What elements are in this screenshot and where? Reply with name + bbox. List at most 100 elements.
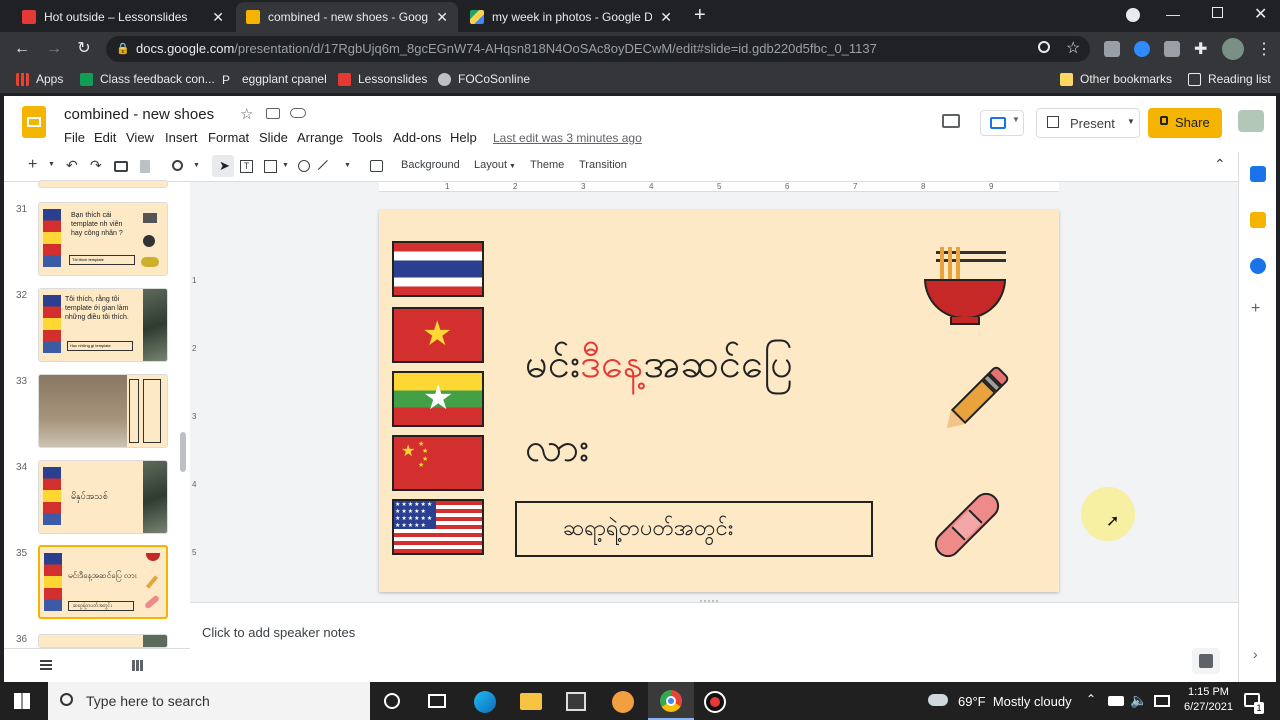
slide-thumbnail-30[interactable]: [38, 180, 168, 188]
current-slide[interactable]: ★ ★ ★ ★ ★ ★ ★ ★★★★★★ ★★★★★ ★★★★★★ ★★★★★ မင်…: [379, 210, 1059, 592]
maximize-icon[interactable]: [1212, 7, 1223, 18]
bookmark-apps[interactable]: Apps: [16, 72, 63, 86]
minimize-icon[interactable]: —: [1166, 6, 1180, 22]
image-icon[interactable]: [264, 160, 277, 173]
filmstrip-scrollbar[interactable]: [180, 432, 186, 472]
menu-format[interactable]: Format: [208, 130, 249, 145]
slide-thumbnail-35-selected[interactable]: မင်းဒီနေ့အဆင်ပြေ လား ဆရာ့ရဲ့တပတ်အတွင်း: [38, 545, 168, 619]
background-button[interactable]: Background: [401, 159, 460, 171]
noodle-bowl-icon[interactable]: [924, 245, 1008, 329]
slide-text-box[interactable]: ဆရာ့ရဲ့တပတ်အတွင်း: [515, 501, 873, 557]
grid-view-icon[interactable]: [132, 660, 144, 671]
speaker-notes-placeholder[interactable]: Click to add speaker notes: [202, 625, 355, 640]
select-tool-button[interactable]: ➤: [212, 155, 234, 177]
present-dropdown-icon[interactable]: ▼: [1127, 117, 1135, 126]
cortana-icon[interactable]: [384, 693, 400, 709]
myanmar-flag[interactable]: ★: [392, 371, 484, 427]
redo-icon[interactable]: ↷: [90, 157, 102, 174]
menu-arrange[interactable]: Arrange: [297, 130, 343, 145]
keep-icon[interactable]: [1250, 212, 1266, 228]
facebook-extension-icon[interactable]: [1104, 41, 1120, 57]
cloud-status-icon[interactable]: [290, 108, 306, 118]
app-icon[interactable]: [612, 691, 634, 713]
other-bookmarks[interactable]: Other bookmarks: [1060, 72, 1172, 86]
display-icon[interactable]: [1154, 695, 1170, 707]
transition-button[interactable]: Transition: [579, 159, 627, 171]
reading-list[interactable]: Reading list: [1188, 72, 1271, 86]
tab-search-icon[interactable]: [1126, 8, 1140, 22]
bookmark-eggplant[interactable]: Peggplant cpanel: [222, 72, 327, 87]
menu-slide[interactable]: Slide: [259, 130, 288, 145]
line-icon[interactable]: |: [317, 157, 331, 171]
slide-thumbnail-32[interactable]: Tôi thích, rằng tôi template ới gian làm…: [38, 288, 168, 362]
slides-logo-icon[interactable]: [22, 106, 46, 138]
menu-edit[interactable]: Edit: [94, 130, 116, 145]
weather-widget[interactable]: 69°F Mostly cloudy: [958, 694, 1072, 709]
extension-icon[interactable]: [1164, 41, 1180, 57]
close-tab-icon[interactable]: ✕: [212, 9, 224, 26]
zoom-extension-icon[interactable]: [1134, 41, 1150, 57]
menu-view[interactable]: View: [126, 130, 154, 145]
forward-icon[interactable]: →: [44, 39, 64, 59]
bookmark-focosonline[interactable]: FOCoSonline: [438, 72, 530, 86]
volume-icon[interactable]: 🔈: [1130, 692, 1147, 709]
tab-hot-outside[interactable]: Hot outside – Lessonslides ✕: [12, 2, 234, 32]
calendar-icon[interactable]: [1250, 166, 1266, 182]
zoom-tool-icon[interactable]: [172, 160, 183, 171]
profile-avatar[interactable]: [1222, 38, 1244, 60]
edge-icon[interactable]: [474, 691, 496, 713]
menu-addons[interactable]: Add-ons: [393, 130, 441, 145]
menu-file[interactable]: File: [64, 130, 85, 145]
menu-help[interactable]: Help: [450, 130, 477, 145]
image-dropdown-icon[interactable]: ▼: [282, 162, 289, 169]
slide-thumbnail-31[interactable]: Bạn thích cái template nh viên hay công …: [38, 202, 168, 276]
store-icon[interactable]: [566, 692, 586, 711]
tab-my-week-in-photos[interactable]: my week in photos - Google Driv ✕: [460, 2, 682, 32]
move-folder-icon[interactable]: [266, 108, 280, 119]
pencil-icon[interactable]: [927, 360, 1011, 440]
slide-thumbnail-36[interactable]: [38, 634, 168, 648]
bookmark-class-feedback[interactable]: Class feedback con...: [80, 72, 215, 86]
horizontal-ruler[interactable]: 1 2 3 4 5 6 7 8 9: [379, 182, 1059, 192]
vertical-ruler[interactable]: 1 2 3 4 5: [190, 210, 202, 592]
thailand-flag[interactable]: [392, 241, 484, 297]
zoom-icon[interactable]: [1038, 41, 1050, 53]
last-edit-link[interactable]: Last edit was 3 minutes ago: [493, 131, 642, 145]
explore-button[interactable]: [1192, 648, 1220, 674]
more-menu-icon[interactable]: ⋮: [1256, 39, 1272, 59]
new-slide-icon[interactable]: +: [28, 156, 37, 174]
account-avatar[interactable]: [1238, 110, 1264, 132]
tab-combined-new-shoes[interactable]: combined - new shoes - Google ✕: [236, 2, 458, 32]
menu-insert[interactable]: Insert: [165, 130, 198, 145]
bookmark-lessonslides[interactable]: Lessonslides: [338, 72, 427, 86]
share-button[interactable]: Share: [1148, 108, 1222, 138]
task-view-icon[interactable]: [428, 694, 446, 708]
usa-flag[interactable]: ★★★★★★ ★★★★★ ★★★★★★ ★★★★★: [392, 499, 484, 555]
document-title[interactable]: combined - new shoes: [64, 106, 214, 123]
undo-icon[interactable]: ↶: [66, 157, 78, 174]
chrome-taskbar-button[interactable]: [648, 682, 694, 720]
system-clock[interactable]: 1:15 PM 6/27/2021: [1184, 686, 1233, 713]
layout-button[interactable]: Layout ▼: [474, 159, 516, 171]
bandage-icon[interactable]: [927, 484, 1007, 564]
collapse-toolbar-icon[interactable]: ⌃: [1214, 156, 1226, 173]
slide-title-line2[interactable]: လား: [525, 422, 589, 481]
shape-icon[interactable]: [298, 160, 310, 172]
menu-tools[interactable]: Tools: [352, 130, 382, 145]
close-tab-icon[interactable]: ✕: [660, 9, 672, 26]
file-explorer-icon[interactable]: [520, 693, 542, 710]
close-window-icon[interactable]: ✕: [1254, 4, 1267, 24]
meet-present-button[interactable]: ▼: [980, 110, 1024, 136]
new-slide-dropdown-icon[interactable]: ▼: [48, 161, 55, 168]
add-addon-icon[interactable]: +: [1251, 300, 1260, 318]
zoom-dropdown-icon[interactable]: ▼: [193, 162, 200, 169]
theme-button[interactable]: Theme: [530, 159, 564, 171]
bookmark-star-icon[interactable]: ☆: [1066, 38, 1080, 58]
taskbar-search-box[interactable]: Type here to search: [48, 682, 370, 720]
new-tab-button[interactable]: +: [694, 4, 706, 27]
text-box-icon[interactable]: T: [240, 160, 253, 173]
expand-panel-icon[interactable]: ›: [1253, 646, 1258, 662]
windows-start-icon[interactable]: [14, 693, 30, 709]
comments-icon[interactable]: [942, 114, 960, 128]
back-icon[interactable]: ←: [12, 39, 32, 59]
